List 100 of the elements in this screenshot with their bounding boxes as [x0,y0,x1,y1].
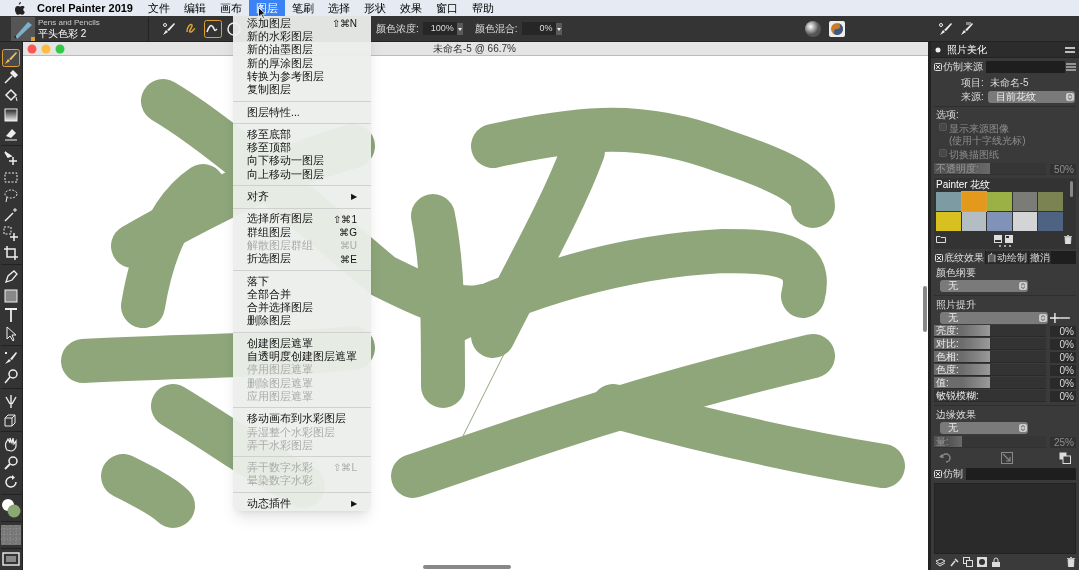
menu-item[interactable]: 自透明度创建图层遮罩 [233,350,371,364]
checkbox[interactable] [934,62,942,71]
slider[interactable]: 值: [934,377,1046,389]
layer-icon[interactable] [935,557,945,567]
tab[interactable]: 底纹效果 [934,251,985,264]
clone-field[interactable] [966,467,1076,480]
transform-icon[interactable] [2,224,20,243]
menu-item[interactable]: 合并选择图层 [233,301,371,315]
slider[interactable]: 对比: [934,338,1046,350]
pattern-swatch[interactable] [936,212,961,231]
vertical-scrollbar[interactable] [923,286,927,332]
text-icon[interactable] [2,305,20,324]
magic-wand-icon[interactable] [2,205,20,224]
trash-icon[interactable] [1067,557,1075,567]
gradient-icon[interactable] [2,105,20,124]
brush-icon[interactable] [2,48,20,67]
menu-item[interactable]: 效果 [393,0,429,16]
color-swatch-icon[interactable] [1,498,21,518]
value-field[interactable]: 0% [1050,390,1076,402]
undo-icon[interactable] [939,452,951,464]
slider[interactable]: 色度: [934,364,1046,376]
copy-icon[interactable] [1059,452,1071,464]
menu-item[interactable]: 落下 [233,274,371,289]
sphere-icon[interactable] [803,19,822,38]
more-icon[interactable] [998,244,1012,248]
menu-item[interactable]: 移至底部 [233,128,371,142]
rectangle-shape-icon[interactable] [2,286,20,305]
tab[interactable]: 自动绘制 [986,251,1028,264]
dropdown[interactable]: 无 [940,312,1049,324]
value-field[interactable]: 0% [1050,338,1076,350]
menu-item[interactable]: 群组图层 ⌘G [233,225,371,240]
menu-item[interactable]: 新的油墨图层 [233,43,371,57]
menu-item[interactable]: 新的水彩图层 [233,30,371,44]
menu-item[interactable]: 向上移动一图层 [233,167,371,182]
menu-item[interactable]: 向下移动一图层 [233,154,371,168]
menu-item[interactable]: 复制图层 [233,83,371,97]
menu-item[interactable]: 折选图层 ⌘E [233,252,371,266]
tab[interactable]: 撤消 [1029,251,1051,264]
dropdown[interactable]: 目前花纹 [987,91,1075,103]
menu-item[interactable]: 添加图层 ⇧⌘N [233,17,371,31]
value-field[interactable]: 100% [422,22,457,35]
color-scheme-icon[interactable] [828,20,845,37]
menu-icon[interactable] [1065,46,1075,53]
menu-item[interactable]: 画布 [213,0,249,16]
screen-mode-icon[interactable] [2,552,20,566]
menu-item[interactable]: 笔刷 [285,0,321,16]
menu-item[interactable]: 形状 [357,0,393,16]
pattern-swatch[interactable] [961,212,987,231]
menu-item[interactable]: 转换为参考图层 [233,70,371,84]
menu-item[interactable]: 动态插件 ▶ [233,496,371,511]
library-icon[interactable] [1005,235,1013,243]
dropdown-icon[interactable] [555,22,562,35]
menu-item[interactable]: 创建图层遮罩 [233,336,371,351]
tools-icon[interactable] [949,557,959,567]
menu-item[interactable]: 选择 [321,0,357,16]
value-field[interactable]: 0% [1050,364,1076,376]
magnifier-icon[interactable] [2,453,20,472]
lasso-icon[interactable] [2,186,20,205]
menu-item[interactable]: 选择所有图层 ⇧⌘1 [233,212,371,226]
horizontal-scrollbar[interactable] [423,565,511,569]
value-field[interactable]: 0% [1050,377,1076,389]
value-field[interactable]: 0% [521,22,556,35]
menu-item[interactable]: 对齐 ▶ [233,190,371,204]
menu-item[interactable]: 全部合并 [233,288,371,302]
pattern-swatch[interactable] [987,192,1012,211]
plus-icon[interactable] [1050,313,1061,323]
slider[interactable]: 敏锐模糊: [934,390,1046,402]
menu-item[interactable]: 文件 [141,0,177,16]
move-icon[interactable] [2,148,20,167]
pattern-swatch[interactable] [1038,212,1063,231]
pattern-swatch[interactable] [987,212,1012,231]
lock-icon[interactable] [991,557,1001,567]
menu-icon[interactable] [1066,62,1076,71]
value-field[interactable]: 0% [1050,325,1076,337]
slider[interactable]: 色相: [934,351,1046,363]
scrollbar[interactable] [1070,181,1073,197]
mask-icon[interactable] [977,557,987,567]
pattern-swatch[interactable] [961,192,987,211]
stroke-mode-icon[interactable] [204,19,222,38]
duplicate-icon[interactable] [963,557,973,567]
source-field[interactable] [986,60,1065,73]
menu-item[interactable]: 帮助 [465,0,501,16]
close-button-icon[interactable] [27,43,37,54]
folder-icon[interactable] [936,235,946,243]
pattern-swatch[interactable] [1038,192,1063,211]
menu-item[interactable]: 编辑 [177,0,213,16]
library-icon[interactable] [994,235,1002,243]
dropdown[interactable]: 无 [940,422,1028,434]
trash-icon[interactable] [1064,234,1072,244]
pattern-swatch[interactable] [1012,192,1038,211]
pattern-swatch-icon[interactable] [1,525,21,545]
value-field[interactable]: 0% [1050,351,1076,363]
brush-icon[interactable] [936,20,953,37]
menu-item[interactable]: 窗口 [429,0,465,16]
rotate-icon[interactable] [2,472,20,491]
checkbox[interactable] [934,469,942,478]
menu-item[interactable]: 图层特性... [233,105,371,120]
menu-item[interactable]: 移至顶部 [233,141,371,155]
dropdown-icon[interactable] [456,22,463,35]
checkbox[interactable] [935,253,943,262]
